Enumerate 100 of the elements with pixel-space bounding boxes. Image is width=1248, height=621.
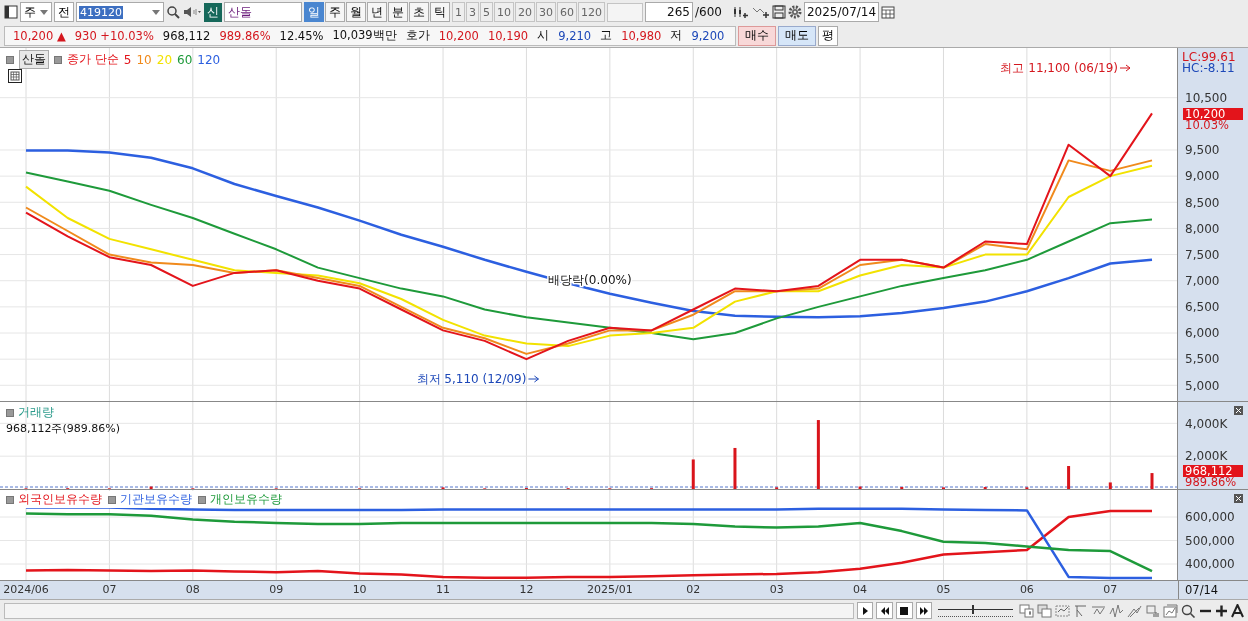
holdings-tick: 600,000: [1185, 510, 1235, 525]
volume-bar: [441, 487, 445, 490]
dropdown-caret-icon[interactable]: [40, 9, 48, 15]
date-field[interactable]: 2025/07/14: [803, 2, 880, 23]
period-tab[interactable]: 틱: [430, 2, 450, 23]
crosshair-icon[interactable]: [1073, 603, 1088, 618]
wave-icon[interactable]: [1109, 603, 1124, 618]
legend-item: 개인보유수량: [210, 491, 282, 509]
price-tick: 9,000: [1185, 169, 1220, 184]
date-tick: 06: [1019, 583, 1034, 597]
volume-bar: [1108, 482, 1112, 490]
speaker-icon[interactable]: [182, 5, 202, 20]
play-button[interactable]: [856, 602, 874, 620]
volume-tick: 2,000K: [1185, 449, 1228, 464]
zoom-in-icon[interactable]: [1215, 603, 1228, 618]
period-tab[interactable]: 월: [346, 2, 366, 23]
close-icon[interactable]: [1234, 494, 1243, 504]
overlay-icon[interactable]: [1037, 603, 1052, 618]
buy-button[interactable]: 매수: [738, 25, 776, 46]
dropdown-caret-icon[interactable]: [152, 9, 160, 15]
period-tab[interactable]: 년: [367, 2, 387, 23]
add-indicator-icon[interactable]: [731, 5, 750, 20]
price-tick: 6,500: [1185, 300, 1220, 315]
previous-button[interactable]: 전: [54, 2, 74, 23]
price-tick: 9,500: [1185, 143, 1220, 158]
price-tag: 10,200: [1183, 107, 1244, 120]
quote-value: 10,039백만: [332, 28, 397, 44]
period-tab[interactable]: 주: [325, 2, 345, 23]
quote-value: 10,980: [621, 28, 662, 43]
holdings-tick: 500,000: [1185, 533, 1235, 548]
close-icon[interactable]: [1234, 406, 1243, 416]
period-tab[interactable]: 초: [409, 2, 429, 23]
legend-marker-icon: [6, 495, 14, 504]
price-tick: 8,500: [1185, 195, 1220, 210]
legend-marker-icon: [6, 408, 14, 417]
calendar-icon[interactable]: [881, 5, 896, 19]
legend-marker-icon: [108, 495, 116, 504]
search-icon[interactable]: [1181, 603, 1196, 618]
interval-button[interactable]: 20: [515, 2, 535, 23]
fast-forward-icon: [919, 606, 930, 615]
date-tick: 04: [853, 583, 868, 597]
quote-value: 호가: [405, 28, 430, 44]
legend-item: 20: [156, 52, 173, 67]
add-line-icon[interactable]: [751, 5, 770, 20]
quote-value: 저: [670, 28, 683, 44]
layout-icon[interactable]: [4, 5, 18, 20]
holdings-tick: 400,000: [1185, 557, 1235, 572]
date-tick: 05: [936, 583, 951, 597]
zoom-slider[interactable]: [938, 603, 1013, 618]
volume-bar: [900, 487, 904, 490]
code-field[interactable]: 419120: [76, 2, 164, 23]
quote-value: 9,210: [558, 28, 592, 43]
period-tab[interactable]: 분: [388, 2, 408, 23]
date-tick: 08: [185, 583, 200, 597]
interval-button[interactable]: 120: [578, 2, 605, 23]
average-button[interactable]: 평: [818, 25, 838, 46]
volume-bar: [942, 487, 945, 490]
high-price-label: 최고 11,100 (06/19): [1000, 61, 1131, 76]
volume-bar: [816, 420, 820, 490]
legend-item: 외국인보유수량: [18, 491, 102, 509]
count-field[interactable]: 265: [645, 2, 693, 23]
stop-button[interactable]: [896, 602, 913, 620]
table-icon[interactable]: [8, 69, 22, 84]
drawing-tool-icon[interactable]: [1145, 603, 1160, 618]
font-icon[interactable]: [1231, 603, 1244, 618]
market-dropdown[interactable]: 주: [20, 2, 52, 23]
interval-button[interactable]: 5: [480, 2, 493, 23]
interval-button[interactable]: 10: [494, 2, 514, 23]
stock-name-field[interactable]: 산돌: [224, 2, 302, 23]
interval-button[interactable]: 1: [452, 2, 465, 23]
quote-value: 989.86%: [219, 28, 271, 43]
legend-marker-icon: [54, 55, 62, 64]
interval-button[interactable]: 30: [536, 2, 556, 23]
legend-item: 60: [177, 52, 193, 67]
settings-icon[interactable]: [787, 5, 802, 20]
interval-button[interactable]: 60: [557, 2, 577, 23]
count-max: /600: [695, 5, 722, 20]
range-icon[interactable]: [1055, 603, 1070, 618]
volume-bar: [983, 487, 987, 490]
search-icon[interactable]: [166, 5, 180, 20]
volume-bar: [733, 448, 737, 490]
ratio-tag: 989.86%: [1185, 476, 1237, 489]
fast-forward-button[interactable]: [915, 602, 933, 620]
legend-item: 120: [197, 52, 221, 67]
line-tool-icon[interactable]: [1127, 603, 1142, 618]
rewind-button[interactable]: [876, 602, 893, 620]
interval-button[interactable]: 3: [466, 2, 479, 23]
volume-tag: 968,112: [1183, 465, 1244, 478]
date-tick: 02: [686, 583, 701, 597]
chart-tool-icon[interactable]: [1019, 603, 1034, 618]
quote-value: 968,112: [162, 28, 211, 43]
hc-value: HC:-8.11: [1182, 61, 1235, 76]
period-tab[interactable]: 일: [304, 2, 324, 23]
price-tick: 5,500: [1185, 352, 1220, 367]
scroll-bar[interactable]: [4, 602, 854, 619]
sell-button[interactable]: 매도: [778, 25, 816, 46]
volume-bar: [1025, 487, 1029, 490]
volume-bar: [691, 459, 695, 490]
save-icon[interactable]: [771, 5, 786, 20]
rewind-icon: [879, 606, 890, 615]
